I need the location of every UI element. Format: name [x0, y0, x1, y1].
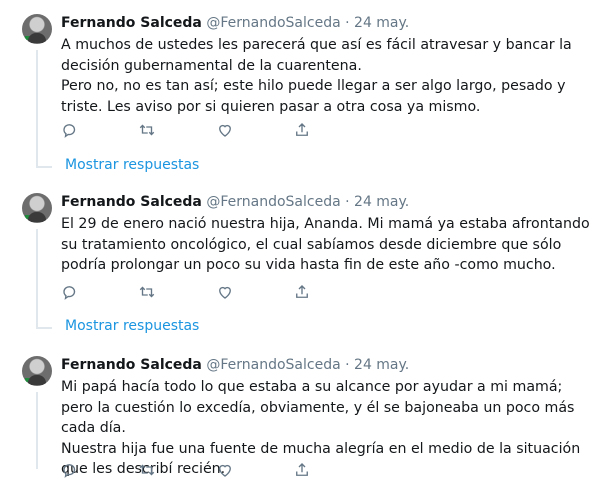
thread-connector	[36, 166, 52, 168]
tweet-actions	[61, 121, 361, 141]
show-replies-link[interactable]: Mostrar respuestas	[65, 317, 199, 335]
like-icon[interactable]	[216, 121, 234, 139]
show-replies-link[interactable]: Mostrar respuestas	[65, 156, 199, 174]
tweet-header: Fernando Salceda @FernandoSalceda · 24 m…	[61, 14, 409, 32]
tweet-date[interactable]: 24 may.	[354, 194, 409, 210]
author-name[interactable]: Fernando Salceda	[61, 357, 202, 373]
author-name[interactable]: Fernando Salceda	[61, 15, 202, 31]
tweet-actions	[61, 461, 361, 481]
avatar[interactable]	[22, 14, 52, 44]
retweet-icon[interactable]	[138, 283, 156, 301]
author-handle[interactable]: @FernandoSalceda	[206, 357, 340, 373]
reply-icon[interactable]	[61, 461, 79, 479]
tweet-text: A muchos de ustedes les parecerá que así…	[61, 35, 595, 117]
like-icon[interactable]	[216, 283, 234, 301]
like-icon[interactable]	[216, 461, 234, 479]
share-icon[interactable]	[293, 461, 311, 479]
thread-line	[36, 50, 38, 156]
author-handle[interactable]: @FernandoSalceda	[206, 15, 340, 31]
retweet-icon[interactable]	[138, 461, 156, 479]
reply-icon[interactable]	[61, 121, 79, 139]
show-replies-row: Mostrar respuestas	[0, 317, 604, 339]
tweet-paragraph: El 29 de enero nació nuestra hija, Anand…	[61, 216, 590, 273]
tweet-header: Fernando Salceda @FernandoSalceda · 24 m…	[61, 193, 409, 211]
thread-line	[36, 229, 38, 317]
separator: ·	[345, 15, 350, 31]
tweet-actions	[61, 283, 361, 303]
author-name[interactable]: Fernando Salceda	[61, 194, 202, 210]
tweet-paragraph: Pero no, no es tan así; este hilo puede …	[61, 78, 566, 115]
tweet-date[interactable]: 24 may.	[354, 15, 409, 31]
tweet-paragraph: Mi papá hacía todo lo que estaba a su al…	[61, 379, 575, 436]
author-handle[interactable]: @FernandoSalceda	[206, 194, 340, 210]
tweet-text: El 29 de enero nació nuestra hija, Anand…	[61, 214, 595, 276]
show-replies-row: Mostrar respuestas	[0, 156, 604, 178]
reply-icon[interactable]	[61, 283, 79, 301]
share-icon[interactable]	[293, 121, 311, 139]
separator: ·	[345, 357, 350, 373]
tweet-paragraph: A muchos de ustedes les parecerá que así…	[61, 37, 572, 74]
tweet-header: Fernando Salceda @FernandoSalceda · 24 m…	[61, 356, 409, 374]
share-icon[interactable]	[293, 283, 311, 301]
avatar[interactable]	[22, 356, 52, 386]
retweet-icon[interactable]	[138, 121, 156, 139]
thread-line	[36, 392, 38, 469]
avatar[interactable]	[22, 193, 52, 223]
thread-connector	[36, 327, 52, 329]
separator: ·	[345, 194, 350, 210]
tweet-date[interactable]: 24 may.	[354, 357, 409, 373]
